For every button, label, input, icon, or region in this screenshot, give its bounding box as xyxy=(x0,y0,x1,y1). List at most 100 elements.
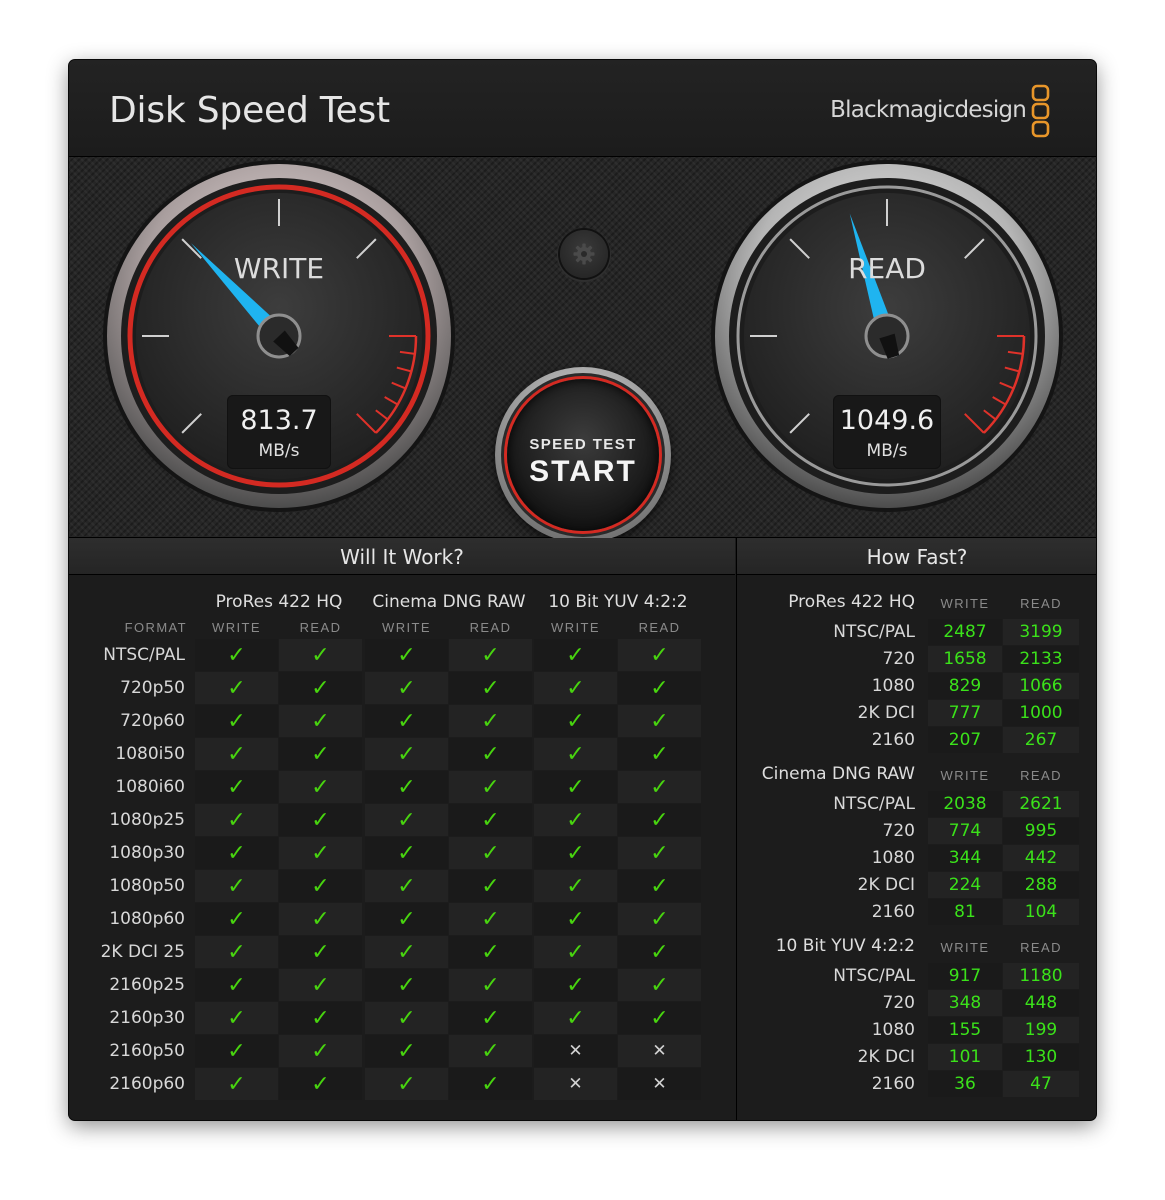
read-column-header: READ xyxy=(1020,768,1062,783)
check-icon: ✓ xyxy=(227,873,246,898)
check-icon: ✓ xyxy=(227,1038,246,1063)
write-speed-number: 1658 xyxy=(943,649,987,669)
result-cell: ✓ xyxy=(449,738,532,770)
check-icon: ✓ xyxy=(311,708,330,733)
check-icon: ✓ xyxy=(311,642,330,667)
resolution-label: NTSC/PAL xyxy=(833,794,915,814)
check-icon: ✓ xyxy=(566,642,585,667)
check-icon: ✓ xyxy=(650,906,669,931)
result-cell: ✓ xyxy=(618,672,701,704)
result-cell: ✓ xyxy=(279,738,362,770)
write-gauge: WRITE 813.7 MB/s xyxy=(99,156,459,516)
check-icon: ✓ xyxy=(481,642,500,667)
check-icon: ✓ xyxy=(566,939,585,964)
check-icon: ✓ xyxy=(481,906,500,931)
read-speed-cell: 130 xyxy=(1003,1044,1079,1070)
gear-icon xyxy=(573,243,595,265)
result-cell: ✓ xyxy=(279,969,362,1001)
result-cell: ✓ xyxy=(449,837,532,869)
check-icon: ✓ xyxy=(566,972,585,997)
app-title: Disk Speed Test xyxy=(109,90,390,131)
check-icon: ✓ xyxy=(311,1005,330,1030)
check-icon: ✓ xyxy=(481,873,500,898)
check-icon: ✓ xyxy=(397,972,416,997)
start-button-label: START xyxy=(529,455,637,488)
column-header: WRITE xyxy=(551,620,600,635)
format-group-header: 10 Bit YUV 4:2:2 xyxy=(548,592,688,612)
result-cell: ✓ xyxy=(449,1035,532,1067)
resolution-label: 2K DCI xyxy=(857,875,915,895)
result-cell: ✓ xyxy=(195,1068,278,1100)
read-speed-number: 267 xyxy=(1024,730,1058,750)
check-icon: ✓ xyxy=(566,741,585,766)
format-label: 2160p60 xyxy=(109,1074,185,1094)
read-speed-number: 288 xyxy=(1024,875,1058,895)
result-cell: ✓ xyxy=(195,969,278,1001)
check-icon: ✓ xyxy=(397,873,416,898)
write-column-header: WRITE xyxy=(940,596,990,611)
column-header: WRITE xyxy=(212,620,261,635)
result-cell: ✓ xyxy=(279,1035,362,1067)
read-speed-cell: 2621 xyxy=(1003,791,1079,817)
start-button-face: SPEED TEST START xyxy=(507,379,659,531)
start-button[interactable]: SPEED TEST START xyxy=(495,367,671,543)
check-icon: ✓ xyxy=(481,1038,500,1063)
result-cell: ✓ xyxy=(279,705,362,737)
write-speed-cell: 344 xyxy=(928,845,1002,871)
write-speed-number: 155 xyxy=(948,1020,982,1040)
check-icon: ✓ xyxy=(481,807,500,832)
write-speed-cell: 36 xyxy=(928,1071,1002,1097)
result-cell: ✓ xyxy=(534,837,617,869)
result-cell: ✓ xyxy=(365,639,448,671)
result-cell: ✓ xyxy=(449,936,532,968)
column-header: READ xyxy=(638,620,681,635)
format-group-header: Cinema DNG RAW xyxy=(372,592,526,612)
result-cell: ✓ xyxy=(534,804,617,836)
gauge-area: WRITE 813.7 MB/s READ 1049.6 MB/s SPEED … xyxy=(69,156,1096,543)
check-icon: ✓ xyxy=(566,1005,585,1030)
result-cell: ✓ xyxy=(279,936,362,968)
write-speed-number: 207 xyxy=(948,730,982,750)
format-label: 2160p50 xyxy=(109,1041,185,1061)
write-speed-number: 101 xyxy=(948,1047,982,1067)
read-speed-number: 1066 xyxy=(1019,676,1063,696)
result-cell: ✓ xyxy=(449,903,532,935)
check-icon: ✓ xyxy=(481,840,500,865)
write-speed-number: 777 xyxy=(948,703,982,723)
write-speed-cell: 1658 xyxy=(928,646,1002,672)
codec-group-title: 10 Bit YUV 4:2:2 xyxy=(775,936,915,956)
read-speed-number: 1000 xyxy=(1019,703,1063,723)
result-cell: ✓ xyxy=(365,672,448,704)
result-cell: ✓ xyxy=(449,705,532,737)
title-bar: Disk Speed Test Blackmagicdesign xyxy=(69,60,1096,157)
resolution-label: 2K DCI xyxy=(857,703,915,723)
check-icon: ✓ xyxy=(650,807,669,832)
format-label: 1080p60 xyxy=(109,909,185,929)
read-speed-number: 2621 xyxy=(1019,794,1063,814)
check-icon: ✓ xyxy=(650,840,669,865)
write-speed-number: 224 xyxy=(948,875,982,895)
write-speed-number: 917 xyxy=(948,966,982,986)
result-cell: ✓ xyxy=(279,870,362,902)
read-speed-number: 130 xyxy=(1024,1047,1058,1067)
result-cell: ✓ xyxy=(279,804,362,836)
settings-button[interactable] xyxy=(560,230,608,278)
result-cell: ✓ xyxy=(365,870,448,902)
result-cell: ✓ xyxy=(195,771,278,803)
cross-icon: ✕ xyxy=(568,1041,583,1060)
result-cell: ✓ xyxy=(365,804,448,836)
result-cell: ✓ xyxy=(365,1002,448,1034)
check-icon: ✓ xyxy=(311,906,330,931)
will-it-work-title: Will It Work? xyxy=(69,538,735,575)
write-speed-cell: 2487 xyxy=(928,619,1002,645)
result-cell: ✓ xyxy=(279,1002,362,1034)
result-cell: ✓ xyxy=(365,936,448,968)
result-cell: ✓ xyxy=(534,639,617,671)
read-readout: 1049.6 MB/s xyxy=(833,395,941,469)
resolution-label: 1080 xyxy=(871,1020,915,1040)
write-speed-number: 829 xyxy=(948,676,982,696)
write-speed-number: 2038 xyxy=(943,794,987,814)
check-icon: ✓ xyxy=(227,1071,246,1096)
check-icon: ✓ xyxy=(311,840,330,865)
result-cell: ✓ xyxy=(534,870,617,902)
